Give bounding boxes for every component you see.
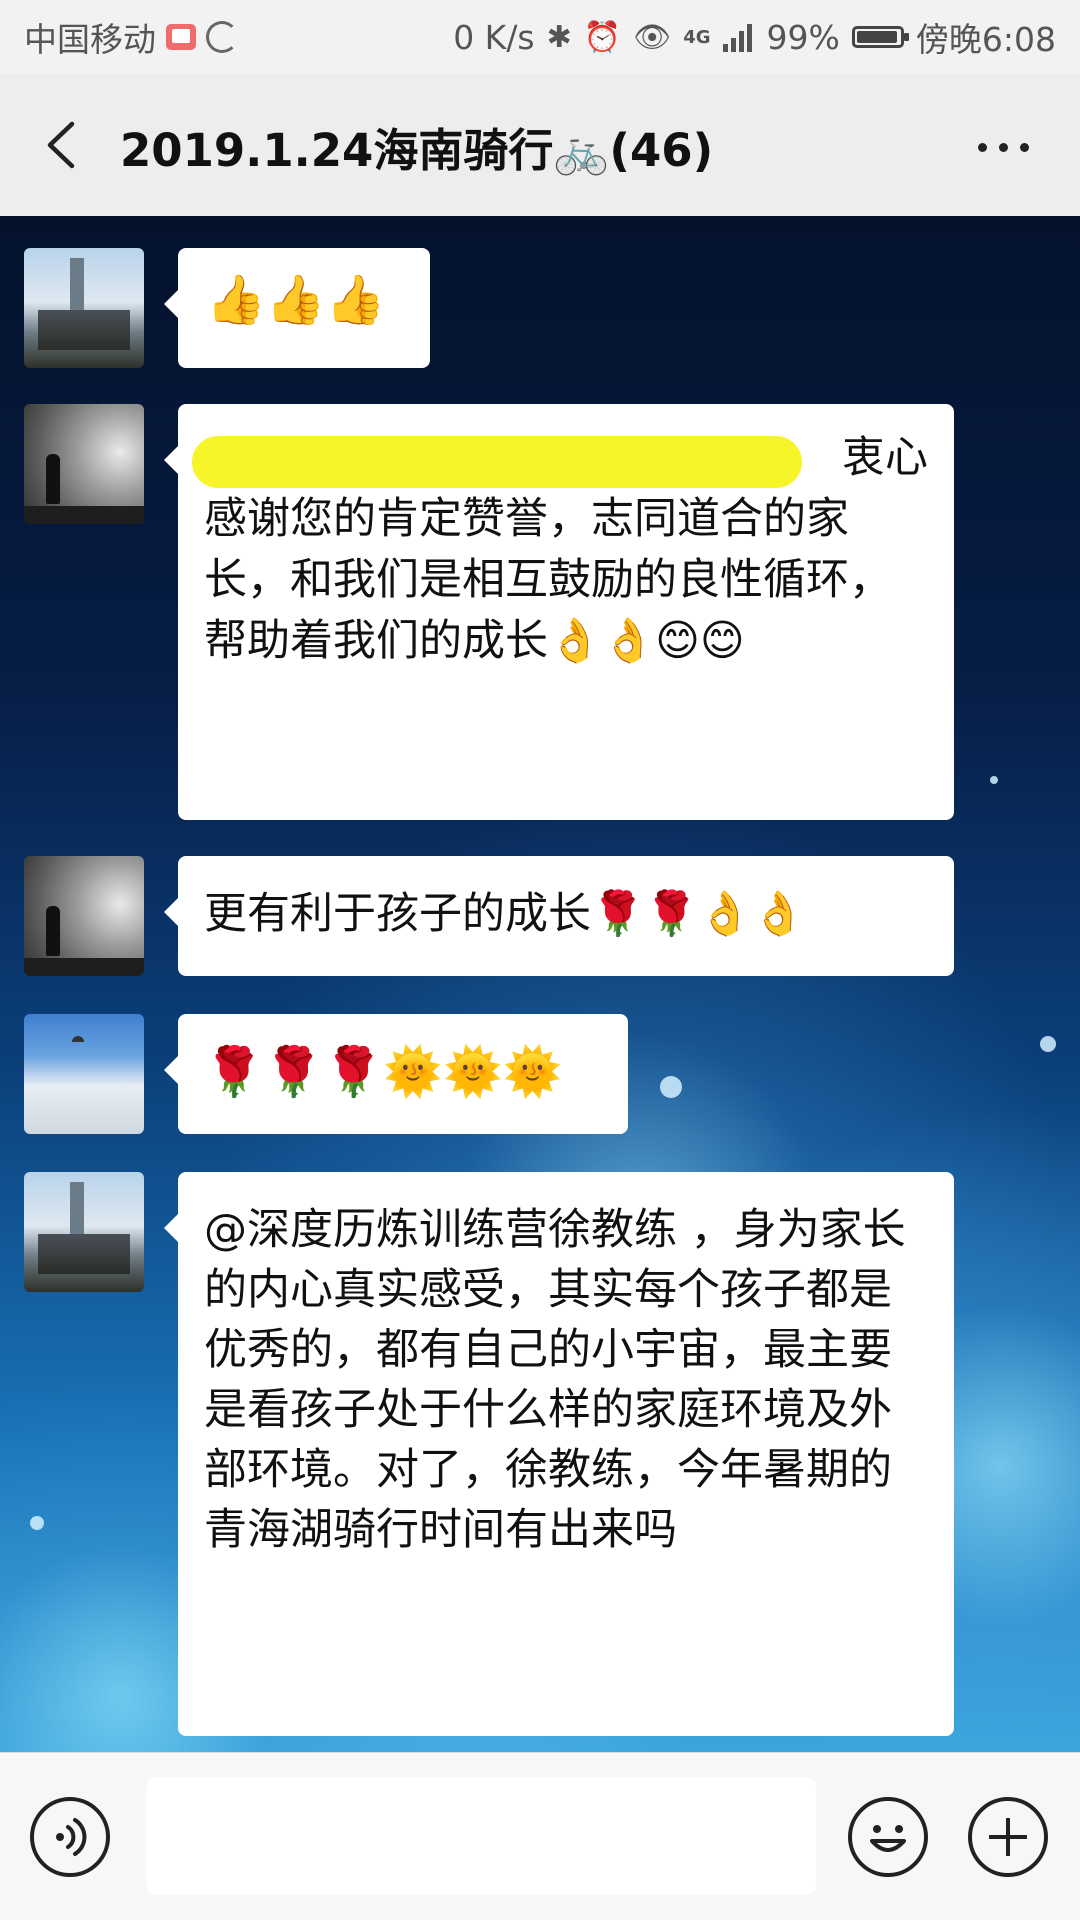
back-icon[interactable] xyxy=(38,120,88,170)
chat-title: 2019.1.24海南骑行🚲(46) xyxy=(120,124,714,177)
avatar[interactable] xyxy=(24,404,144,524)
message-text: 🌹🌹🌹🌞🌞🌞 xyxy=(204,1044,563,1100)
redacted-mention-highlight xyxy=(192,436,802,488)
avatar[interactable] xyxy=(24,1172,144,1292)
battery-icon xyxy=(851,26,909,48)
plus-icon[interactable] xyxy=(968,1797,1048,1877)
message-text-tail: 衷心 xyxy=(842,433,928,483)
network-speed: 0 K/s xyxy=(453,17,535,57)
alarm-icon: ⏰ xyxy=(583,19,622,55)
background-bokeh-dot xyxy=(1040,1036,1056,1052)
signal-icon xyxy=(722,24,752,52)
status-bar: 中国移动 0 K/s ✱ ⏰ 👁 4G 99% 傍晚6:08 xyxy=(0,0,1080,74)
message-text: 感谢您的肯定赞誉，志同道合的家长，和我们是相互鼓励的良性循环，帮助着我们的成长👌… xyxy=(204,494,892,666)
eye-icon: 👁 xyxy=(633,19,672,55)
message-text: 更有利于孩子的成长🌹🌹👌👌 xyxy=(204,889,806,939)
clock: 傍晚6:08 xyxy=(915,20,1056,59)
status-right: 0 K/s ✱ ⏰ 👁 4G 99% 傍晚6:08 xyxy=(453,13,1056,61)
background-bokeh-dot xyxy=(660,1076,682,1098)
chat-header: 2019.1.24海南骑行🚲(46) xyxy=(0,74,1080,216)
battery-percent: 99% xyxy=(766,17,840,57)
voice-input-button[interactable] xyxy=(30,1797,110,1877)
background-bokeh-dot xyxy=(30,1516,44,1530)
message-bubble[interactable]: 更有利于孩子的成长🌹🌹👌👌 xyxy=(164,856,954,976)
background-bokeh-dot xyxy=(990,776,998,784)
book-icon xyxy=(166,24,196,50)
chat-area[interactable]: 👍👍👍 衷心 感谢您的肯定赞誉，志同道合的家长，和我们是相互鼓励的良性循环，帮助… xyxy=(0,216,1080,1752)
network-type: 4G xyxy=(683,26,711,48)
loading-icon xyxy=(206,21,238,53)
message-bubble[interactable]: 🌹🌹🌹🌞🌞🌞 xyxy=(164,1014,628,1134)
avatar[interactable] xyxy=(24,856,144,976)
input-bar xyxy=(0,1752,1080,1920)
voice-icon xyxy=(56,1818,87,1856)
message-bubble[interactable]: @深度历炼训练营徐教练 ，身为家长的内心真实感受，其实每个孩子都是优秀的，都有自… xyxy=(164,1172,954,1736)
bluetooth-icon: ✱ xyxy=(546,19,572,55)
message-input[interactable] xyxy=(146,1777,816,1895)
message-bubble[interactable]: 衷心 感谢您的肯定赞誉，志同道合的家长，和我们是相互鼓励的良性循环，帮助着我们的… xyxy=(164,404,954,820)
more-options-icon[interactable] xyxy=(978,132,1038,162)
avatar[interactable] xyxy=(24,1014,144,1134)
message-text: @深度历炼训练营徐教练 ，身为家长的内心真实感受，其实每个孩子都是优秀的，都有自… xyxy=(204,1205,906,1555)
status-left: 中国移动 xyxy=(24,13,238,61)
smiley-icon xyxy=(870,1825,906,1852)
carrier-label: 中国移动 xyxy=(24,20,156,59)
emoji-button[interactable] xyxy=(848,1797,928,1877)
message-text: 👍👍👍 xyxy=(206,272,386,328)
message-bubble[interactable]: 👍👍👍 xyxy=(164,248,430,368)
avatar[interactable] xyxy=(24,248,144,368)
